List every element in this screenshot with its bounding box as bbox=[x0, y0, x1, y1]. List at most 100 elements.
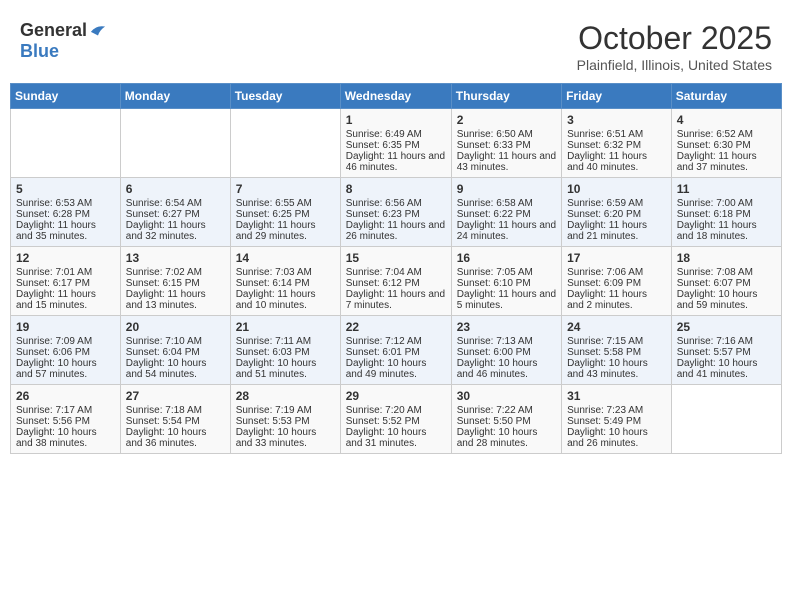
cell-info-line: Sunrise: 6:53 AM bbox=[16, 198, 115, 209]
cell-info-line: Sunset: 5:57 PM bbox=[677, 347, 776, 358]
cell-info-line: Sunset: 5:49 PM bbox=[567, 416, 666, 427]
calendar-table: SundayMondayTuesdayWednesdayThursdayFrid… bbox=[10, 83, 782, 454]
cell-info-line: Sunset: 6:22 PM bbox=[457, 209, 556, 220]
calendar-cell: 7Sunrise: 6:55 AMSunset: 6:25 PMDaylight… bbox=[230, 178, 340, 247]
cell-info-line: Sunrise: 7:12 AM bbox=[346, 336, 446, 347]
cell-info-line: Daylight: 11 hours and 43 minutes. bbox=[457, 151, 556, 173]
calendar-week-row: 1Sunrise: 6:49 AMSunset: 6:35 PMDaylight… bbox=[11, 109, 782, 178]
day-of-week-header: Sunday bbox=[11, 84, 121, 109]
calendar-cell: 10Sunrise: 6:59 AMSunset: 6:20 PMDayligh… bbox=[562, 178, 672, 247]
day-of-week-header: Wednesday bbox=[340, 84, 451, 109]
calendar-cell: 15Sunrise: 7:04 AMSunset: 6:12 PMDayligh… bbox=[340, 247, 451, 316]
day-number: 20 bbox=[126, 320, 225, 334]
calendar-week-row: 5Sunrise: 6:53 AMSunset: 6:28 PMDaylight… bbox=[11, 178, 782, 247]
cell-info-line: Daylight: 10 hours and 31 minutes. bbox=[346, 427, 446, 449]
cell-info-line: Sunrise: 7:02 AM bbox=[126, 267, 225, 278]
cell-info-line: Daylight: 11 hours and 7 minutes. bbox=[346, 289, 446, 311]
cell-info-line: Sunset: 6:32 PM bbox=[567, 140, 666, 151]
day-number: 7 bbox=[236, 182, 335, 196]
day-number: 2 bbox=[457, 113, 556, 127]
day-number: 14 bbox=[236, 251, 335, 265]
calendar-cell: 27Sunrise: 7:18 AMSunset: 5:54 PMDayligh… bbox=[120, 385, 230, 454]
cell-info-line: Sunrise: 7:18 AM bbox=[126, 405, 225, 416]
day-number: 4 bbox=[677, 113, 776, 127]
cell-info-line: Sunset: 6:12 PM bbox=[346, 278, 446, 289]
logo-blue-text: Blue bbox=[20, 41, 59, 62]
cell-info-line: Daylight: 11 hours and 40 minutes. bbox=[567, 151, 666, 173]
cell-info-line: Daylight: 10 hours and 26 minutes. bbox=[567, 427, 666, 449]
cell-info-line: Sunrise: 7:01 AM bbox=[16, 267, 115, 278]
calendar-cell: 13Sunrise: 7:02 AMSunset: 6:15 PMDayligh… bbox=[120, 247, 230, 316]
days-of-week-row: SundayMondayTuesdayWednesdayThursdayFrid… bbox=[11, 84, 782, 109]
calendar-week-row: 12Sunrise: 7:01 AMSunset: 6:17 PMDayligh… bbox=[11, 247, 782, 316]
cell-info-line: Daylight: 10 hours and 28 minutes. bbox=[457, 427, 556, 449]
calendar-cell: 20Sunrise: 7:10 AMSunset: 6:04 PMDayligh… bbox=[120, 316, 230, 385]
cell-info-line: Daylight: 11 hours and 24 minutes. bbox=[457, 220, 556, 242]
calendar-week-row: 19Sunrise: 7:09 AMSunset: 6:06 PMDayligh… bbox=[11, 316, 782, 385]
cell-info-line: Daylight: 11 hours and 21 minutes. bbox=[567, 220, 666, 242]
cell-info-line: Sunset: 6:18 PM bbox=[677, 209, 776, 220]
logo-general-text: General bbox=[20, 20, 87, 41]
cell-info-line: Sunrise: 6:54 AM bbox=[126, 198, 225, 209]
calendar-cell bbox=[671, 385, 781, 454]
title-block: October 2025 Plainfield, Illinois, Unite… bbox=[577, 20, 772, 73]
day-of-week-header: Thursday bbox=[451, 84, 561, 109]
calendar-cell: 22Sunrise: 7:12 AMSunset: 6:01 PMDayligh… bbox=[340, 316, 451, 385]
calendar-header: SundayMondayTuesdayWednesdayThursdayFrid… bbox=[11, 84, 782, 109]
cell-info-line: Sunset: 6:35 PM bbox=[346, 140, 446, 151]
cell-info-line: Sunrise: 7:23 AM bbox=[567, 405, 666, 416]
cell-info-line: Sunrise: 6:50 AM bbox=[457, 129, 556, 140]
cell-info-line: Sunrise: 7:00 AM bbox=[677, 198, 776, 209]
day-of-week-header: Tuesday bbox=[230, 84, 340, 109]
cell-info-line: Sunset: 6:27 PM bbox=[126, 209, 225, 220]
calendar-cell bbox=[230, 109, 340, 178]
calendar-cell: 3 Sunrise: 6:51 AMSunset: 6:32 PMDaylight… bbox=[562, 109, 672, 178]
day-number: 6 bbox=[126, 182, 225, 196]
calendar-cell: 28Sunrise: 7:19 AMSunset: 5:53 PMDayligh… bbox=[230, 385, 340, 454]
cell-info-line: Daylight: 11 hours and 15 minutes. bbox=[16, 289, 115, 311]
cell-info-line: Daylight: 11 hours and 46 minutes. bbox=[346, 151, 446, 173]
calendar-cell: 4Sunrise: 6:52 AMSunset: 6:30 PMDaylight… bbox=[671, 109, 781, 178]
cell-info-line: Sunrise: 6:51 AM bbox=[567, 129, 666, 140]
cell-info-line: Sunset: 6:04 PM bbox=[126, 347, 225, 358]
day-number: 29 bbox=[346, 389, 446, 403]
cell-info-line: Daylight: 10 hours and 49 minutes. bbox=[346, 358, 446, 380]
cell-info-line: Sunrise: 7:11 AM bbox=[236, 336, 335, 347]
cell-info-line: Sunrise: 6:52 AM bbox=[677, 129, 776, 140]
cell-info-line: Sunset: 5:54 PM bbox=[126, 416, 225, 427]
cell-info-line: Sunset: 5:52 PM bbox=[346, 416, 446, 427]
cell-info-line: Sunrise: 7:04 AM bbox=[346, 267, 446, 278]
day-of-week-header: Monday bbox=[120, 84, 230, 109]
cell-info-line: Sunrise: 7:17 AM bbox=[16, 405, 115, 416]
cell-info-line: Sunset: 6:23 PM bbox=[346, 209, 446, 220]
cell-info-line: Sunrise: 7:20 AM bbox=[346, 405, 446, 416]
cell-info-line: Sunset: 6:06 PM bbox=[16, 347, 115, 358]
day-number: 23 bbox=[457, 320, 556, 334]
cell-info-line: Daylight: 11 hours and 18 minutes. bbox=[677, 220, 776, 242]
cell-info-line: Sunrise: 7:22 AM bbox=[457, 405, 556, 416]
calendar-cell: 19Sunrise: 7:09 AMSunset: 6:06 PMDayligh… bbox=[11, 316, 121, 385]
calendar-cell: 30Sunrise: 7:22 AMSunset: 5:50 PMDayligh… bbox=[451, 385, 561, 454]
day-number: 12 bbox=[16, 251, 115, 265]
calendar-cell: 25Sunrise: 7:16 AMSunset: 5:57 PMDayligh… bbox=[671, 316, 781, 385]
calendar-cell: 11Sunrise: 7:00 AMSunset: 6:18 PMDayligh… bbox=[671, 178, 781, 247]
cell-info-line: Sunset: 5:56 PM bbox=[16, 416, 115, 427]
day-number: 3 bbox=[567, 113, 666, 127]
cell-info-line: Sunset: 6:00 PM bbox=[457, 347, 556, 358]
cell-info-line: Sunrise: 6:55 AM bbox=[236, 198, 335, 209]
day-number: 26 bbox=[16, 389, 115, 403]
cell-info-line: Daylight: 10 hours and 41 minutes. bbox=[677, 358, 776, 380]
cell-info-line: Daylight: 11 hours and 32 minutes. bbox=[126, 220, 225, 242]
cell-info-line: Daylight: 11 hours and 26 minutes. bbox=[346, 220, 446, 242]
cell-info-line: Sunset: 5:50 PM bbox=[457, 416, 556, 427]
cell-info-line: Daylight: 11 hours and 2 minutes. bbox=[567, 289, 666, 311]
day-number: 10 bbox=[567, 182, 666, 196]
calendar-cell: 12Sunrise: 7:01 AMSunset: 6:17 PMDayligh… bbox=[11, 247, 121, 316]
calendar-cell: 8Sunrise: 6:56 AMSunset: 6:23 PMDaylight… bbox=[340, 178, 451, 247]
day-of-week-header: Friday bbox=[562, 84, 672, 109]
calendar-cell: 23Sunrise: 7:13 AMSunset: 6:00 PMDayligh… bbox=[451, 316, 561, 385]
cell-info-line: Sunset: 5:58 PM bbox=[567, 347, 666, 358]
cell-info-line: Daylight: 10 hours and 54 minutes. bbox=[126, 358, 225, 380]
cell-info-line: Sunset: 6:10 PM bbox=[457, 278, 556, 289]
cell-info-line: Sunset: 6:20 PM bbox=[567, 209, 666, 220]
